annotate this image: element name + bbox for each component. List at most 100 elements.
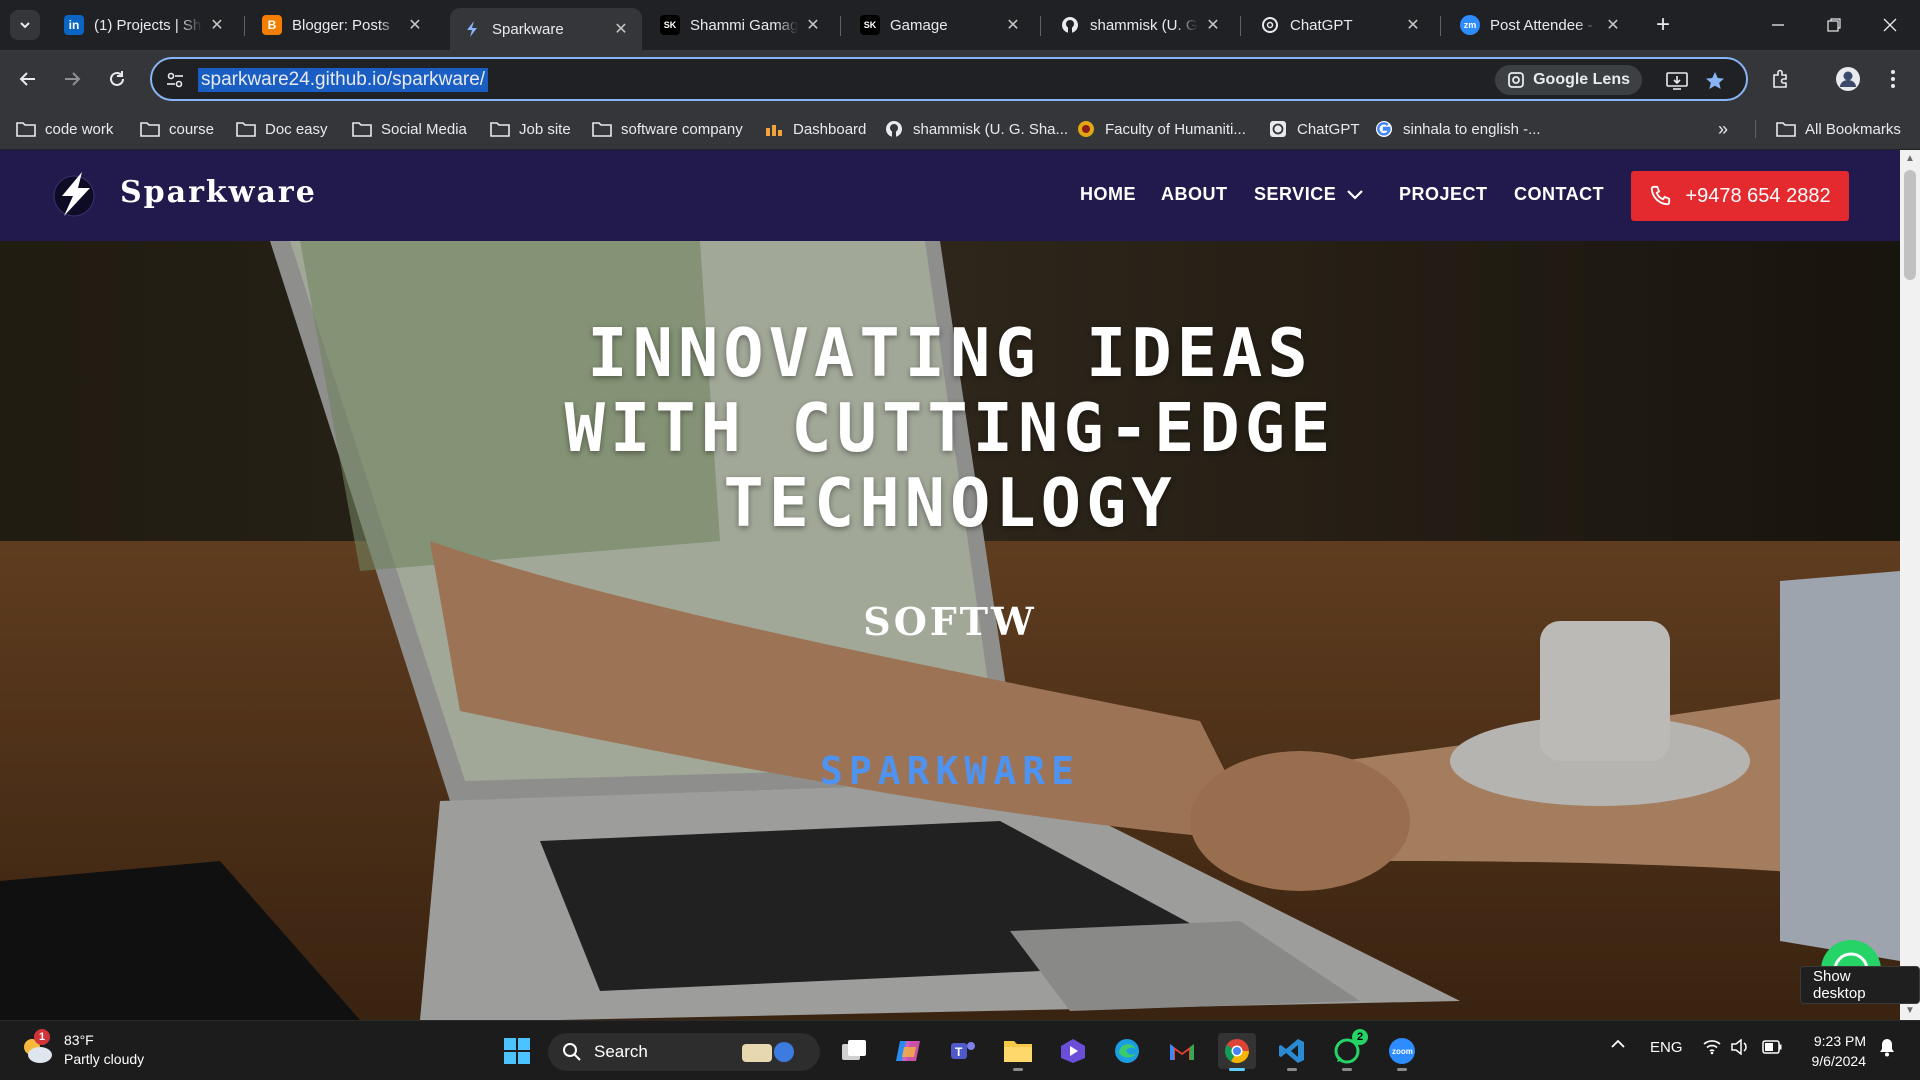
show-desktop-tooltip: Show desktop — [1800, 966, 1920, 1004]
teams-icon: T — [951, 1042, 975, 1059]
active-indicator — [1229, 1068, 1245, 1071]
close-window-button[interactable] — [1862, 0, 1918, 50]
tab-sparkware[interactable]: Sparkware ✕ — [450, 8, 642, 50]
site-brand[interactable]: Sparkware — [120, 175, 317, 210]
forward-button[interactable] — [57, 64, 87, 94]
close-icon[interactable]: ✕ — [1604, 16, 1622, 34]
tab-blogger[interactable]: B Blogger: Posts ✕ — [250, 8, 436, 42]
chatgpt-icon — [1268, 120, 1288, 138]
chrome-button[interactable] — [1218, 1033, 1256, 1071]
avatar — [1836, 67, 1860, 91]
wifi-icon[interactable] — [1703, 1039, 1721, 1059]
bookmarks-bar: code work course Doc easy Social Media J… — [0, 108, 1920, 150]
restore-button[interactable] — [1806, 0, 1862, 50]
tab-gamage[interactable]: SK Gamage ✕ — [848, 8, 1034, 42]
bookmark-label: course — [169, 120, 215, 138]
bookmark-label: Doc easy — [265, 120, 328, 138]
scrollbar-thumb[interactable] — [1904, 170, 1916, 280]
bookmark-folder-social-media[interactable]: Social Media — [352, 116, 467, 142]
edge-button[interactable] — [1108, 1033, 1146, 1069]
bookmark-star-button[interactable] — [1702, 68, 1728, 94]
close-icon[interactable]: ✕ — [1004, 16, 1022, 34]
nav-service-label: SERVICE — [1254, 184, 1337, 204]
bookmark-folder-code-work[interactable]: code work — [16, 116, 113, 142]
profile-button[interactable] — [1833, 64, 1863, 94]
teams-button[interactable]: T — [944, 1033, 982, 1069]
bookmark-folder-doc-easy[interactable]: Doc easy — [236, 116, 328, 142]
scroll-up-arrow[interactable]: ▲ — [1905, 154, 1915, 164]
start-button[interactable] — [498, 1033, 536, 1069]
bookmark-folder-course[interactable]: course — [140, 116, 214, 142]
tab-github[interactable]: shammisk (U. G. ✕ — [1048, 8, 1234, 42]
menu-button[interactable] — [1878, 64, 1908, 94]
bookmark-chatgpt[interactable]: ChatGPT — [1268, 116, 1360, 142]
tab-search-button[interactable] — [10, 10, 40, 40]
close-icon[interactable]: ✕ — [208, 16, 226, 34]
copilot-button[interactable] — [889, 1033, 927, 1069]
bookmark-sinhala-to-english[interactable]: sinhala to english -... — [1374, 116, 1541, 142]
new-tab-button[interactable]: + — [1650, 11, 1676, 38]
reload-button[interactable] — [102, 64, 132, 94]
tab-zoom[interactable]: zm Post Attendee - ✕ — [1448, 8, 1634, 42]
address-bar[interactable]: sparkware24.github.io/sparkware/ Google … — [150, 57, 1748, 101]
battery-icon[interactable] — [1762, 1040, 1782, 1058]
google-lens-button[interactable]: Google Lens — [1495, 65, 1642, 95]
nav-home[interactable]: HOME — [1080, 184, 1136, 205]
clipchamp-button[interactable] — [1054, 1033, 1092, 1069]
taskbar-search[interactable]: Search — [548, 1033, 820, 1071]
page-scrollbar[interactable]: ▲ ▼ — [1900, 150, 1920, 1020]
folder-icon — [236, 120, 256, 138]
call-button[interactable]: +9478 654 2882 — [1631, 171, 1849, 221]
bookmark-folder-job-site[interactable]: Job site — [490, 116, 571, 142]
task-view-button[interactable] — [835, 1033, 873, 1069]
bookmark-faculty[interactable]: Faculty of Humaniti... — [1076, 116, 1246, 142]
nav-project[interactable]: PROJECT — [1399, 184, 1488, 205]
tab-linkedin[interactable]: in (1) Projects | Sha ✕ — [52, 8, 238, 42]
extensions-button[interactable] — [1766, 64, 1796, 94]
github-icon — [1060, 15, 1080, 35]
tab-shammi-gamage[interactable]: SK Shammi Gamage ✕ — [648, 8, 834, 42]
arrow-right-icon — [65, 72, 81, 86]
nav-service[interactable]: SERVICE — [1254, 184, 1364, 205]
close-icon[interactable]: ✕ — [804, 16, 822, 34]
bookmarks-overflow-button[interactable]: » — [1718, 116, 1728, 142]
system-clock[interactable]: 9:23 PM 9/6/2024 — [1800, 1031, 1867, 1071]
tab-strip: in (1) Projects | Sha ✕ B Blogger: Posts… — [0, 0, 1920, 50]
all-bookmarks-button[interactable]: All Bookmarks — [1776, 116, 1901, 142]
bookmark-dashboard[interactable]: Dashboard — [764, 116, 866, 142]
weather-description: Partly cloudy — [64, 1051, 145, 1067]
bookmark-folder-software-company[interactable]: software company — [592, 116, 743, 142]
site-info-icon[interactable] — [164, 69, 186, 91]
back-button[interactable] — [13, 64, 43, 94]
minimize-icon — [1772, 24, 1784, 26]
tab-chatgpt[interactable]: ChatGPT ✕ — [1248, 8, 1434, 42]
notification-bell-icon[interactable] — [1878, 1037, 1896, 1061]
zoom-button[interactable]: zoom — [1383, 1033, 1421, 1071]
nav-about[interactable]: ABOUT — [1161, 184, 1228, 205]
minimize-button[interactable] — [1750, 0, 1806, 50]
scroll-down-arrow[interactable]: ▼ — [1905, 1006, 1915, 1016]
language-indicator[interactable]: ENG — [1650, 1039, 1683, 1056]
nav-contact[interactable]: CONTACT — [1514, 184, 1604, 205]
folder-icon — [490, 120, 510, 138]
weather-widget[interactable]: 1 83°F Partly cloudy — [20, 1029, 145, 1069]
close-icon[interactable]: ✕ — [1404, 16, 1422, 34]
file-explorer-button[interactable] — [999, 1033, 1037, 1071]
tray-overflow-button[interactable] — [1610, 1037, 1626, 1055]
close-icon[interactable]: ✕ — [612, 20, 630, 38]
gmail-button[interactable] — [1163, 1033, 1201, 1069]
url-text[interactable]: sparkware24.github.io/sparkware/ — [198, 68, 489, 92]
vscode-button[interactable] — [1273, 1033, 1311, 1071]
close-icon[interactable]: ✕ — [406, 16, 424, 34]
bookmark-github[interactable]: shammisk (U. G. Sha... — [884, 116, 1068, 142]
install-app-button[interactable] — [1664, 68, 1690, 94]
clock-time: 9:23 PM — [1813, 1033, 1866, 1049]
close-icon — [1883, 18, 1897, 32]
reload-icon — [110, 71, 124, 86]
hero-title-line: INNOVATING IDEAS — [587, 314, 1313, 392]
close-icon[interactable]: ✕ — [1204, 16, 1222, 34]
whatsapp-button[interactable]: 2 — [1328, 1029, 1368, 1071]
browser-toolbar: sparkware24.github.io/sparkware/ Google … — [0, 50, 1920, 108]
volume-icon[interactable] — [1731, 1038, 1749, 1059]
bookmark-label: Faculty of Humaniti... — [1105, 120, 1246, 138]
